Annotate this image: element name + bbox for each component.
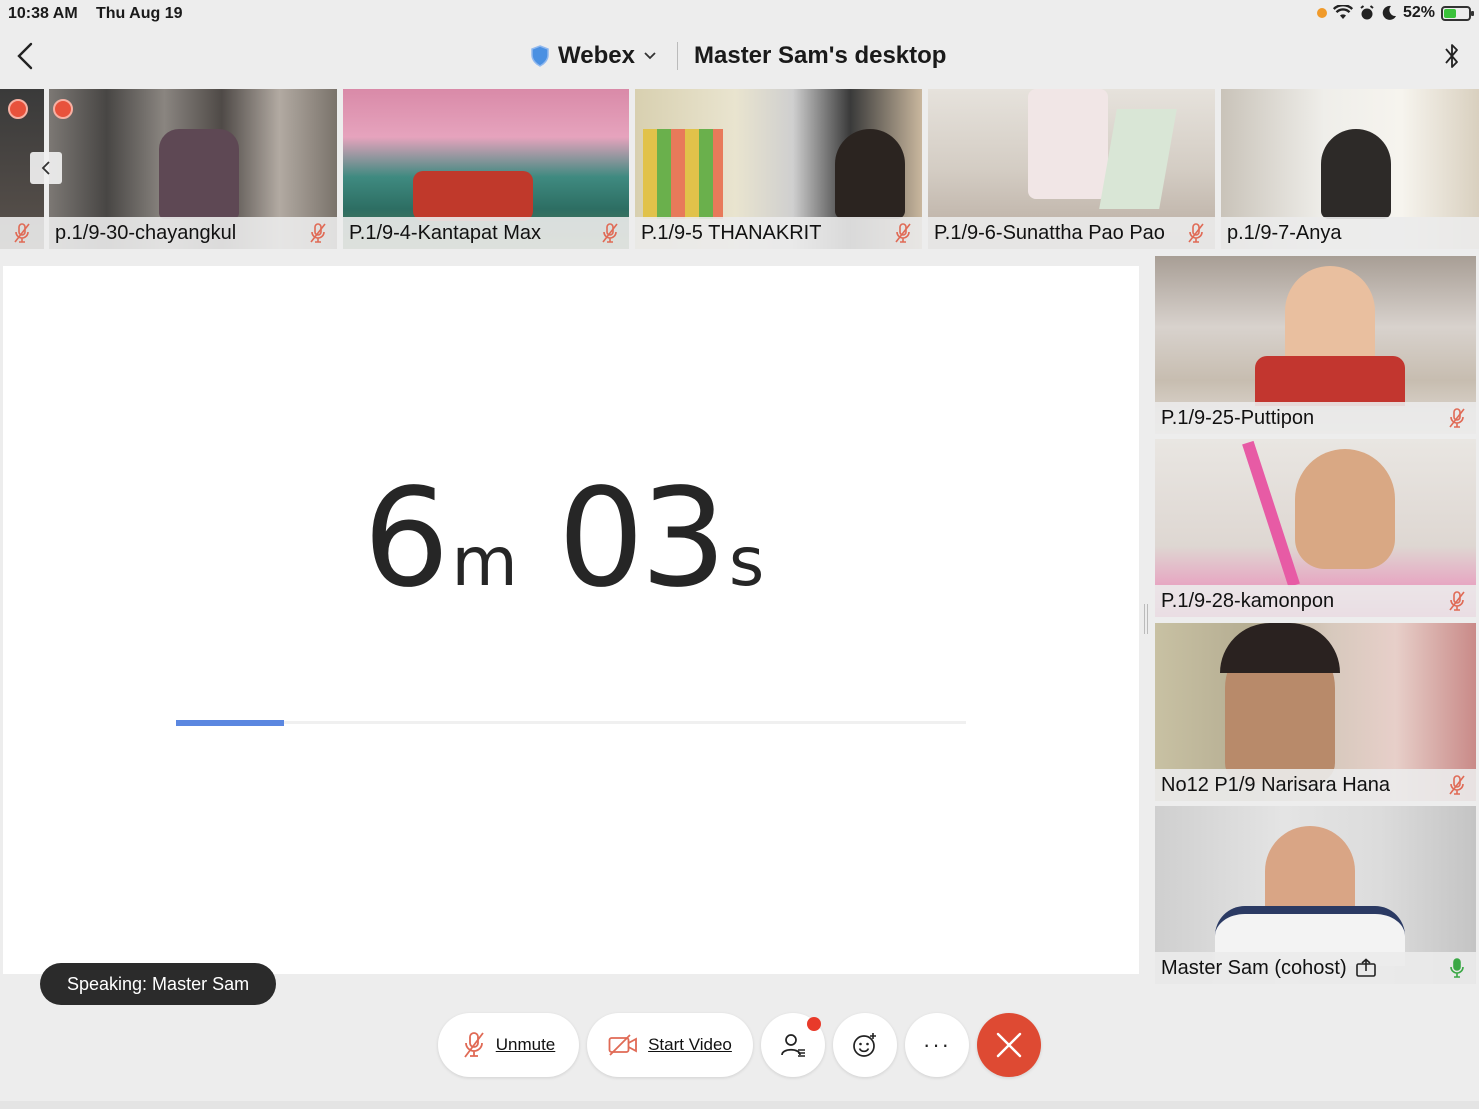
moon-icon [1382,5,1396,20]
alarm-icon [1360,5,1374,20]
mic-off-icon [310,223,326,243]
participant-tile[interactable]: P.1/9-25-Puttipon [1155,256,1476,434]
status-time: 10:38 AM [8,5,78,22]
app-name: Webex [558,42,635,69]
video-shirt [1255,356,1405,406]
video-poster [643,129,723,219]
mic-off-icon [464,1032,484,1058]
more-icon: ··· [923,1032,951,1057]
chevron-down-icon [644,52,656,60]
tile-label-bar: p.1/9-7-Anya [1221,217,1479,249]
participant-name: P.1/9-25-Puttipon [1161,406,1315,429]
countdown-timer: 6 m 03 s [363,471,764,607]
shared-screen: 6 m 03 s [3,266,1139,974]
back-icon[interactable] [12,40,40,72]
video-dragon [413,171,533,221]
participant-tile[interactable]: P.1/9-28-kamonpon [1155,439,1476,617]
tile-label-bar: P.1/9-6-Sunattha Pao Pao [928,217,1215,249]
timer-seconds: 03 [557,460,727,618]
tile-label-bar: P.1/9-4-Kantapat Max [343,217,629,249]
timer-progress-fill [176,720,285,726]
battery-icon [1441,5,1474,21]
mic-off-icon [1188,223,1204,243]
tile-label-bar: P.1/9-28-kamonpon [1155,585,1476,617]
participant-tile[interactable]: p.1/9-30-chayangkul [49,89,337,249]
mic-off-icon [1449,591,1465,611]
active-speaker-indicator: Speaking: Master Sam [40,963,277,1005]
leave-meeting-button[interactable] [977,1013,1041,1077]
participant-tile[interactable]: p.1/9-7-Anya [1221,89,1479,249]
strip-scroll-left-button[interactable] [30,152,62,184]
header-divider [677,42,678,70]
meeting-header: Webex Master Sam's desktop [0,28,1479,86]
video-person [1321,129,1391,219]
timer-seconds-unit: s [728,523,765,602]
participant-name: P.1/9-4-Kantapat Max [349,221,541,244]
mic-off-icon [1449,775,1465,795]
tile-label-bar: Master Sam (cohost) [1155,952,1476,984]
status-indicators: 52% [1316,4,1474,22]
mic-off-icon [14,223,30,243]
status-date: Thu Aug 19 [96,5,183,22]
video-book [1099,109,1177,209]
reactions-button[interactable] [833,1013,897,1077]
participant-name: P.1/9-5 THANAKRIT [641,221,822,244]
video-off-icon [608,1034,637,1056]
status-bar: 10:38 AM Thu Aug 19 52% [0,0,1479,28]
mic-off-icon [1449,408,1465,428]
close-icon [996,1032,1022,1058]
mic-in-use-indicator [1316,8,1327,18]
video-person [1295,449,1395,569]
video-hair [1220,623,1340,673]
more-options-button[interactable]: ··· [905,1013,969,1077]
video-person [1028,89,1108,199]
wifi-icon [1332,5,1353,19]
video-pencil [1242,440,1300,588]
tile-label-bar: P.1/9-5 THANAKRIT [635,217,922,249]
timer-minutes-unit: m [451,523,518,602]
start-video-button[interactable]: Start Video [587,1013,753,1077]
recording-indicator [53,99,73,119]
timer-progress-track [176,720,966,726]
unmute-button[interactable]: Unmute [438,1013,579,1077]
recording-indicator [8,99,28,119]
video-person [835,129,905,219]
start-video-label: Start Video [648,1035,732,1054]
share-title: Master Sam's desktop [694,42,947,69]
participants-notification-badge [807,1017,821,1031]
unmute-label: Unmute [495,1035,556,1054]
mic-off-icon [602,223,618,243]
tile-label-bar: p.1/9-30-chayangkul [49,217,337,249]
participant-name: p.1/9-30-chayangkul [55,221,237,244]
participant-name: Master Sam (cohost) [1161,956,1347,979]
chevron-left-icon [41,161,50,175]
participant-tile[interactable]: P.1/9-4-Kantapat Max [343,89,629,249]
timer-minutes: 6 [363,460,450,618]
participants-button[interactable] [761,1013,825,1077]
share-screen-icon [1355,958,1376,977]
mic-on-icon [1450,958,1464,978]
layout-splitter-handle[interactable] [1144,604,1148,634]
participant-name: P.1/9-6-Sunattha Pao Pao [934,221,1165,244]
participant-tile[interactable]: P.1/9-5 THANAKRIT [635,89,922,249]
bluetooth-icon[interactable] [1441,40,1463,72]
participant-name: No12 P1/9 Narisara Hana [1161,773,1391,796]
video-chair [159,129,239,219]
participants-icon [781,1034,805,1057]
participant-tile-self[interactable]: Master Sam (cohost) [1155,806,1476,984]
participant-name: p.1/9-7-Anya [1227,221,1342,244]
participant-tile[interactable]: P.1/9-6-Sunattha Pao Pao [928,89,1215,249]
participant-name: P.1/9-28-kamonpon [1161,589,1335,612]
app-switcher[interactable]: Webex [530,42,657,70]
shield-icon [531,45,549,67]
participant-strip: p.1/9-30-chayangkul P.1/9-4-Kantapat Max… [0,89,1479,249]
battery-percent: 52% [1402,4,1435,21]
bottom-edge [0,1101,1479,1109]
participant-tile[interactable]: No12 P1/9 Narisara Hana [1155,623,1476,801]
mic-off-icon [895,223,911,243]
emoji-icon [853,1033,876,1057]
tile-label-bar: No12 P1/9 Narisara Hana [1155,769,1476,801]
tile-label-bar: P.1/9-25-Puttipon [1155,402,1476,434]
